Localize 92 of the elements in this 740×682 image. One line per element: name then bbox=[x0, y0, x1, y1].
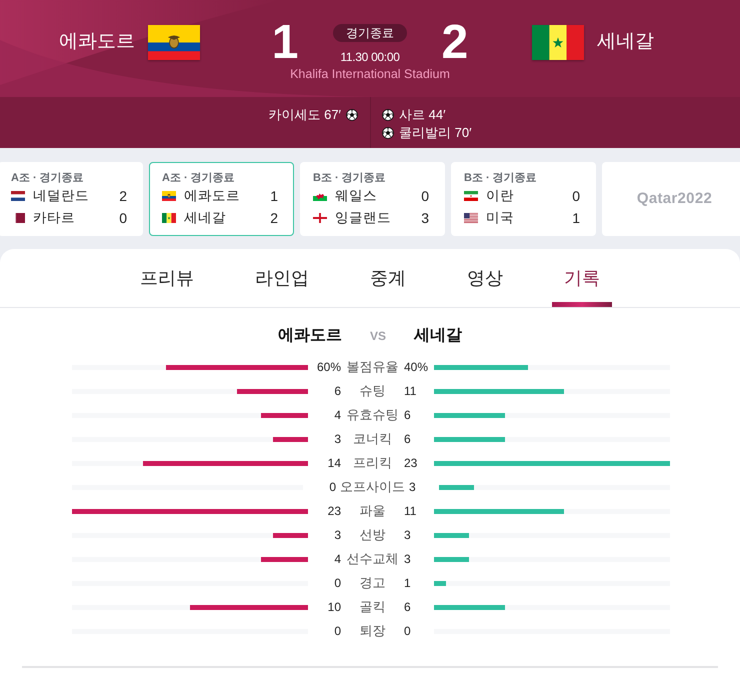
team-name: 미국 bbox=[486, 208, 514, 227]
team-score: 1 bbox=[572, 208, 580, 228]
stat-label: 볼점유율 bbox=[346, 358, 400, 376]
tab[interactable]: 라인업 bbox=[243, 249, 321, 307]
tab[interactable]: 기록 bbox=[552, 249, 612, 307]
stat-label: 파울 bbox=[358, 502, 386, 520]
iran-flag-icon bbox=[464, 191, 478, 201]
match-group-status: A조 · 경기종료 bbox=[162, 171, 236, 185]
match-datetime: 11.30 00:00 bbox=[340, 50, 400, 64]
stat-value: 4 bbox=[333, 551, 341, 568]
team-name: 에콰도르 bbox=[184, 186, 240, 205]
team-score: 0 bbox=[421, 186, 429, 206]
team-name: 세네갈 bbox=[184, 208, 226, 227]
match-group-status: B조 · 경기종료 bbox=[464, 171, 538, 185]
stat-value: 3 bbox=[404, 551, 412, 568]
goal-scorer: 사르 44′ bbox=[399, 106, 446, 124]
match-card[interactable]: B조 · 경기종료 웨일스 0 잉글랜드 3 bbox=[300, 162, 445, 236]
senegal-flag-icon bbox=[532, 25, 584, 60]
stat-value: 6 bbox=[404, 431, 412, 448]
team-name: 웨일스 bbox=[335, 186, 377, 205]
stadium-name: Khalifa International Stadium bbox=[290, 66, 450, 82]
stat-value: 0 bbox=[333, 623, 341, 640]
stat-value: 3 bbox=[333, 431, 341, 448]
stat-value: 10 bbox=[326, 599, 341, 616]
qatar-flag-icon bbox=[11, 213, 25, 223]
stat-value: 3 bbox=[333, 527, 341, 544]
team-score: 2 bbox=[270, 208, 278, 228]
logo-text: Qatar2022 bbox=[636, 188, 712, 209]
stat-value: 6 bbox=[333, 383, 341, 400]
match-card[interactable]: B조 · 경기종료 이란 0 미국 1 bbox=[451, 162, 596, 236]
stat-label: 오프사이드 bbox=[339, 478, 406, 496]
stat-label: 코너킥 bbox=[352, 430, 393, 448]
stat-value: 14 bbox=[326, 455, 341, 472]
stat-value: 6 bbox=[404, 407, 412, 424]
netherlands-flag-icon bbox=[11, 191, 25, 201]
match-card[interactable]: A조 · 경기종료 에콰도르 1 세네갈 2 bbox=[149, 162, 294, 236]
stat-value: 11 bbox=[404, 503, 418, 520]
stat-label: 골킥 bbox=[358, 598, 386, 616]
stat-value: 11 bbox=[404, 383, 418, 400]
stat-value: 23 bbox=[404, 455, 418, 472]
match-card[interactable]: A조 · 경기종료 네덜란드 2 카타르 0 bbox=[0, 162, 143, 236]
soccer-ball-icon bbox=[346, 109, 358, 121]
team-score: 1 bbox=[272, 22, 298, 62]
stat-label: 선방 bbox=[358, 526, 386, 544]
team-name: 에콰도르 bbox=[278, 326, 342, 346]
wales-flag-icon bbox=[313, 191, 327, 201]
soccer-ball-icon bbox=[382, 127, 394, 139]
stat-label: 경고 bbox=[358, 574, 386, 592]
team-name: 에콰도르 bbox=[58, 30, 135, 54]
stat-value: 3 bbox=[404, 527, 412, 544]
match-status-badge: 경기종료 bbox=[333, 24, 407, 42]
team-name: 네덜란드 bbox=[33, 186, 89, 205]
tab[interactable]: 영상 bbox=[455, 249, 515, 307]
stat-value: 0 bbox=[333, 575, 341, 592]
soccer-ball-icon bbox=[382, 109, 394, 121]
ecuador-flag-icon bbox=[148, 25, 200, 60]
team-name: 이란 bbox=[486, 186, 514, 205]
team-score: 0 bbox=[572, 186, 580, 206]
stat-value: 3 bbox=[409, 479, 417, 496]
stat-label: 유효슈팅 bbox=[346, 406, 400, 424]
team-score: 2 bbox=[442, 22, 468, 62]
stat-value: 1 bbox=[404, 575, 412, 592]
team-score: 0 bbox=[119, 208, 127, 228]
stat-value: 23 bbox=[326, 503, 341, 520]
stat-value: 4 bbox=[333, 407, 341, 424]
usa-flag-icon bbox=[464, 213, 478, 223]
team-score: 3 bbox=[421, 208, 429, 228]
stat-label: 선수교체 bbox=[346, 550, 400, 568]
senegal-flag-icon bbox=[162, 213, 176, 223]
team-name: 세네갈 bbox=[597, 30, 654, 54]
versus-mark: VS bbox=[370, 328, 386, 345]
stat-value: 6 bbox=[404, 599, 412, 616]
stat-value: 0 bbox=[328, 479, 336, 496]
goal-scorer: 쿨리발리 70′ bbox=[399, 124, 472, 142]
match-group-status: A조 · 경기종료 bbox=[11, 171, 85, 185]
stat-label: 퇴장 bbox=[358, 622, 386, 640]
stat-label: 슈팅 bbox=[358, 382, 386, 400]
stat-label: 프리킥 bbox=[352, 454, 393, 472]
stat-value: 60% bbox=[316, 359, 341, 376]
tab[interactable]: 프리뷰 bbox=[128, 249, 206, 307]
team-score: 2 bbox=[119, 186, 127, 206]
team-name: 세네갈 bbox=[414, 326, 462, 346]
match-group-status: B조 · 경기종료 bbox=[313, 171, 387, 185]
stat-value: 0 bbox=[404, 623, 412, 640]
tab[interactable]: 중계 bbox=[358, 249, 418, 307]
team-name: 잉글랜드 bbox=[335, 208, 391, 227]
ecuador-flag-icon bbox=[162, 191, 176, 201]
stat-value: 40% bbox=[404, 359, 430, 376]
england-flag-icon bbox=[313, 213, 327, 223]
team-name: 카타르 bbox=[33, 208, 75, 227]
team-score: 1 bbox=[270, 186, 278, 206]
goal-scorer: 카이세도 67′ bbox=[268, 106, 341, 124]
